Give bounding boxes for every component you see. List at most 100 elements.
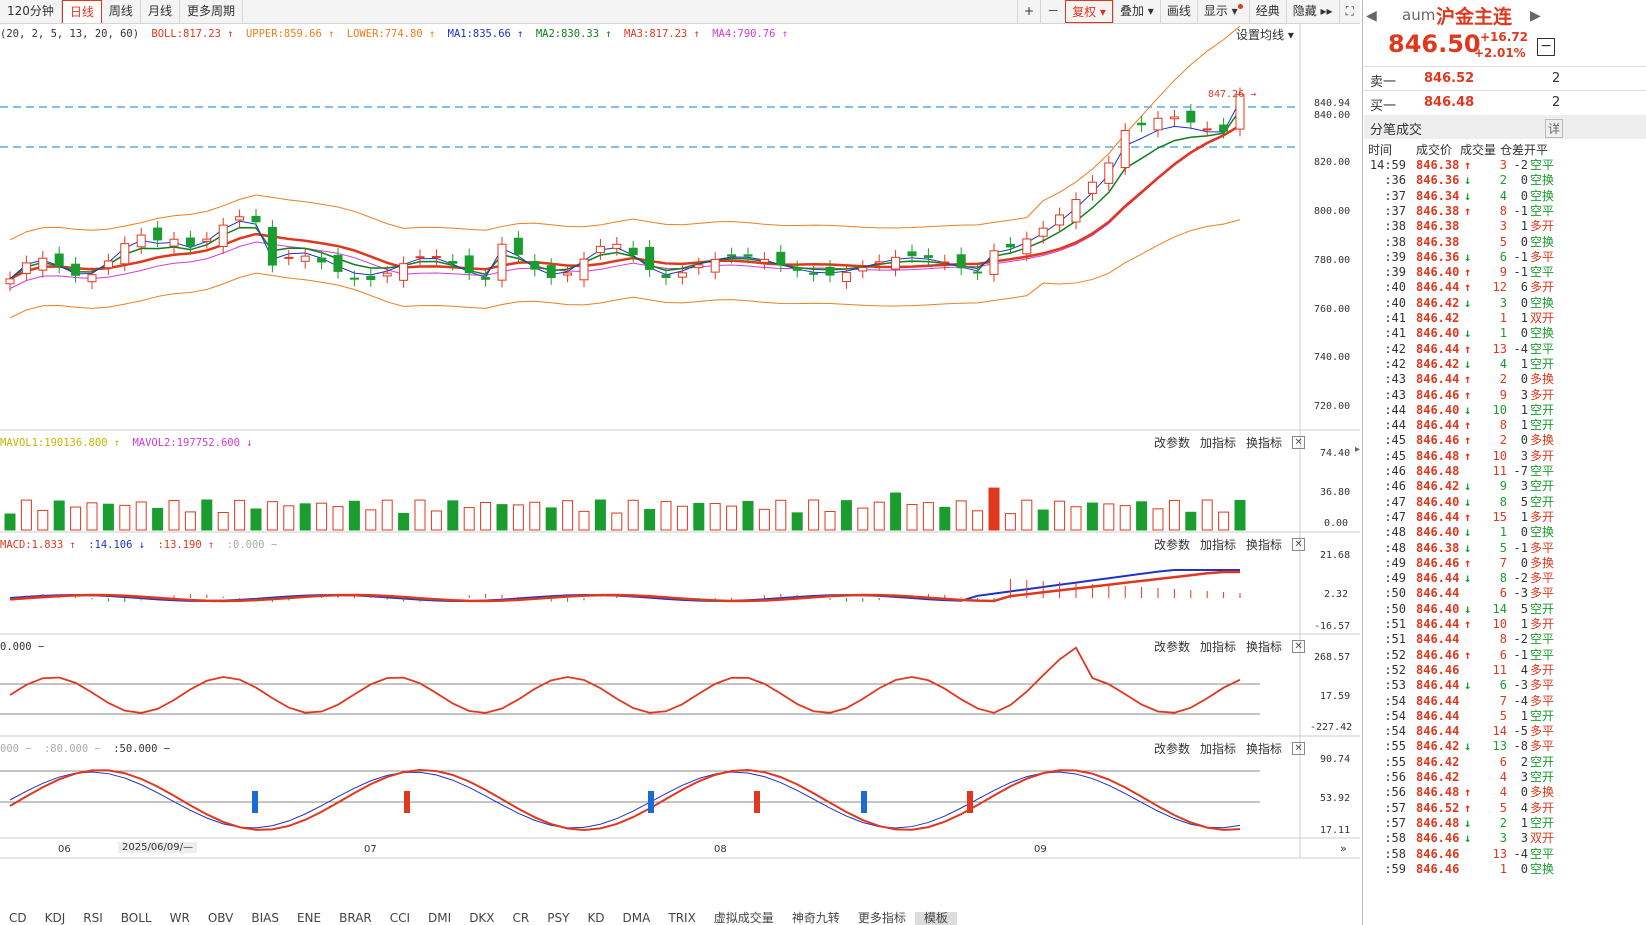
volume-bar xyxy=(37,509,49,531)
indicator-tab[interactable]: CR xyxy=(504,912,539,925)
indicator-tab[interactable]: 神奇九转 xyxy=(783,912,849,925)
tick-time: :54 xyxy=(1384,693,1406,708)
indicator-tab[interactable]: 更多指标 xyxy=(849,912,915,925)
volume-bar xyxy=(332,506,344,531)
indicator-tab[interactable]: WR xyxy=(161,912,199,925)
swap-indicator-button[interactable]: 换指标 xyxy=(1246,536,1282,553)
kdj-panel-controls: 改参数 加指标 换指标 ✕ xyxy=(1154,740,1306,757)
arrow-up-icon: ↑ xyxy=(1464,617,1472,631)
tick-oi-change: 0 xyxy=(1520,785,1528,800)
tick-row: :57 846.52 ↑ 5 4 多开 xyxy=(1368,801,1642,816)
indicator-tab[interactable]: DMA xyxy=(614,912,660,925)
zero-value: :0.000 − xyxy=(226,539,278,551)
indicator-tab[interactable]: DKX xyxy=(460,912,503,925)
indicator-tab[interactable]: CD xyxy=(0,912,36,925)
detail-button[interactable]: 详 xyxy=(1545,119,1564,138)
swap-indicator-button[interactable]: 换指标 xyxy=(1246,740,1282,757)
tick-price: 846.42 xyxy=(1416,739,1460,754)
indicator-tab[interactable]: KD xyxy=(578,912,613,925)
volume-bar xyxy=(398,512,410,531)
indicator-tab[interactable]: 虚拟成交量 xyxy=(705,912,783,925)
tick-row: :43 846.46 ↑ 9 3 多开 xyxy=(1368,388,1642,403)
change-params-button[interactable]: 改参数 xyxy=(1154,740,1190,757)
candle-body xyxy=(464,255,474,274)
candle-body xyxy=(169,238,179,247)
close-icon[interactable]: ✕ xyxy=(1292,436,1306,449)
bid1-price: 846.48 xyxy=(1424,95,1475,110)
indicator-tab[interactable]: TRIX xyxy=(659,912,704,925)
ticks-col-headers: 时间 成交价 成交量 仓差 开平 xyxy=(1368,141,1642,157)
candle-body xyxy=(415,256,425,259)
candle-body xyxy=(1153,117,1163,131)
volume-bar xyxy=(217,511,229,531)
indicator-tab[interactable]: BOLL xyxy=(112,912,161,925)
swap-indicator-button[interactable]: 换指标 xyxy=(1246,638,1282,655)
volume-bar xyxy=(1004,513,1016,531)
volume-bar xyxy=(316,502,328,531)
add-indicator-button[interactable]: 加指标 xyxy=(1200,638,1236,655)
tick-type: 多开 xyxy=(1530,448,1555,463)
price-tick: 740.00 xyxy=(1314,352,1351,363)
tick-price: 846.46 xyxy=(1416,831,1460,846)
close-icon[interactable]: ✕ xyxy=(1292,742,1306,755)
tick-oi-change: 0 xyxy=(1520,295,1528,310)
change-params-button[interactable]: 改参数 xyxy=(1154,536,1190,553)
scroll-right-icon[interactable]: » xyxy=(1340,842,1347,855)
tick-oi-change: -7 xyxy=(1513,464,1528,478)
volume-bar xyxy=(250,508,262,531)
indicator-tab[interactable]: PSY xyxy=(538,912,578,925)
volume-bar xyxy=(840,500,852,531)
add-indicator-button[interactable]: 加指标 xyxy=(1200,434,1236,451)
tick-price: 846.48 xyxy=(1416,448,1460,463)
macd-value: MACD:1.833 ↑ xyxy=(0,539,76,551)
cci-value: 0.000 − xyxy=(0,641,45,653)
indicator-tab[interactable]: BIAS xyxy=(242,912,288,925)
tick-type: 多平 xyxy=(1530,540,1555,555)
indicator-tab[interactable]: 模板 xyxy=(914,912,957,925)
tick-type: 空平 xyxy=(1530,464,1555,478)
indicator-tab[interactable]: OBV xyxy=(199,912,243,925)
volume-bar xyxy=(939,506,951,531)
add-indicator-button[interactable]: 加指标 xyxy=(1200,536,1236,553)
volume-bar xyxy=(1103,503,1115,531)
indicator-tab[interactable]: CCI xyxy=(381,912,419,925)
volume-bar xyxy=(611,512,623,531)
volume-bar xyxy=(857,507,869,531)
tick-price: 846.48 xyxy=(1416,464,1460,478)
candle-body xyxy=(743,254,753,257)
swap-indicator-button[interactable]: 换指标 xyxy=(1246,434,1282,451)
candle-body xyxy=(645,246,655,270)
next-arrow-icon[interactable]: ▶ xyxy=(1530,8,1541,24)
indicator-tab[interactable]: KDJ xyxy=(36,912,75,925)
arrow-down-icon: ↓ xyxy=(1464,188,1472,203)
candle-body xyxy=(366,275,376,280)
kline-chart[interactable] xyxy=(0,0,1360,912)
tick-type: 多平 xyxy=(1530,249,1555,264)
bid1-volume: 2 xyxy=(1552,95,1561,110)
kdj-signal-marker xyxy=(648,791,654,813)
tick-price: 846.44 xyxy=(1416,632,1460,647)
add-indicator-button[interactable]: 加指标 xyxy=(1200,740,1236,757)
prev-arrow-icon[interactable]: ◀ xyxy=(1366,8,1377,24)
change-params-button[interactable]: 改参数 xyxy=(1154,434,1190,451)
price-tick: 840.94 xyxy=(1314,98,1351,109)
close-icon[interactable]: ✕ xyxy=(1292,640,1306,653)
indicator-tab[interactable]: DMI xyxy=(419,912,460,925)
candle-body xyxy=(1120,130,1130,169)
indicator-tab[interactable]: BRAR xyxy=(330,912,381,925)
change-params-button[interactable]: 改参数 xyxy=(1154,638,1190,655)
arrow-up-icon: ↑ xyxy=(1464,433,1472,448)
volume-bar xyxy=(742,501,754,531)
tick-type: 空开 xyxy=(1530,402,1555,417)
volume-bar xyxy=(758,508,770,531)
tick-type: 空开 xyxy=(1530,356,1555,371)
indicator-tab[interactable]: RSI xyxy=(74,912,112,925)
candle-body xyxy=(349,277,359,280)
collapse-icon[interactable]: − xyxy=(1537,38,1555,56)
indicator-tab[interactable]: ENE xyxy=(288,912,330,925)
panel-toggle-icon[interactable]: ▸ xyxy=(1355,444,1360,455)
tick-time: :59 xyxy=(1384,861,1406,876)
close-icon[interactable]: ✕ xyxy=(1292,538,1306,551)
tick-time: :45 xyxy=(1384,448,1406,463)
volume-bar xyxy=(775,499,787,531)
